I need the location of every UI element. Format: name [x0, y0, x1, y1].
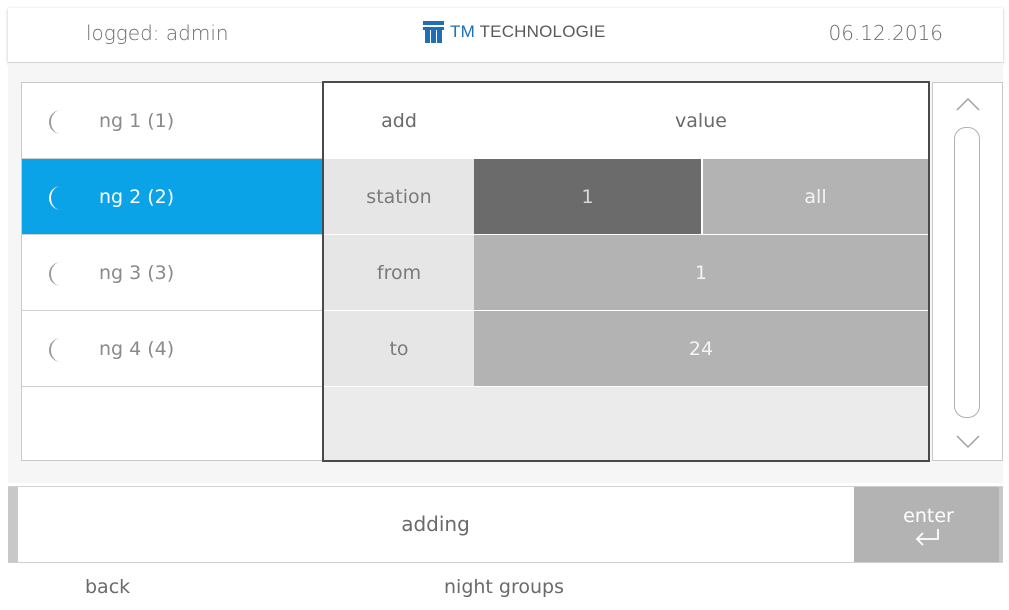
top-bar: logged: admin TM TECHNOLOGIE 06.12.2016 — [8, 8, 1003, 63]
scrollbar — [932, 82, 1003, 461]
enter-label: enter — [903, 505, 954, 527]
header-value: value — [675, 110, 727, 132]
moon-icon — [49, 110, 61, 134]
chevron-up-icon[interactable] — [956, 97, 980, 111]
row-to: to 24 — [324, 311, 928, 387]
station-option-1[interactable]: 1 — [474, 159, 701, 235]
current-date: 06.12.2016 — [828, 21, 943, 45]
list-item-ng-4[interactable]: ng 4 (4) — [22, 311, 322, 387]
chevron-down-icon[interactable] — [956, 435, 980, 449]
settings-table: add value station 1 all from 1 to 24 — [322, 81, 930, 462]
back-button[interactable]: back — [85, 576, 130, 598]
night-group-list: ng 1 (1) ng 2 (2) ng 3 (3) ng 4 (4) — [21, 82, 323, 461]
action-bar: adding enter — [8, 486, 1003, 563]
list-item-ng-3[interactable]: ng 3 (3) — [22, 235, 322, 311]
row-label-from: from — [324, 235, 474, 311]
main-panel: ng 1 (1) ng 2 (2) ng 3 (3) ng 4 (4) add … — [8, 63, 1003, 483]
row-label-station: station — [324, 159, 474, 235]
list-item-label: ng 3 (3) — [99, 262, 175, 284]
list-item-ng-2[interactable]: ng 2 (2) — [22, 159, 322, 235]
list-item-label: ng 2 (2) — [99, 186, 175, 208]
brand-word: TECHNOLOGIE — [479, 22, 606, 41]
brand-tm: TM — [450, 22, 475, 41]
left-strip — [8, 487, 18, 562]
row-station: station 1 all — [324, 159, 928, 235]
moon-icon — [49, 262, 61, 286]
bottom-bar: back night groups — [8, 566, 1003, 610]
row-from: from 1 — [324, 235, 928, 311]
brand-logo: TM TECHNOLOGIE — [423, 21, 606, 43]
right-strip — [999, 487, 1003, 562]
logged-user: logged: admin — [86, 21, 229, 45]
list-item-ng-1[interactable]: ng 1 (1) — [22, 83, 322, 159]
to-value[interactable]: 24 — [474, 311, 928, 387]
from-value[interactable]: 1 — [474, 235, 928, 311]
list-item-label: ng 1 (1) — [99, 110, 175, 132]
enter-button[interactable]: enter — [854, 487, 1003, 562]
moon-icon — [49, 186, 61, 210]
brand-name: TM TECHNOLOGIE — [450, 22, 606, 42]
table-header: add value — [324, 83, 928, 159]
screen-title: night groups — [444, 576, 564, 598]
row-label-to: to — [324, 311, 474, 387]
list-item-label: ng 4 (4) — [99, 338, 175, 360]
return-arrow-icon — [915, 529, 939, 546]
moon-icon — [49, 338, 61, 362]
tm-logo-icon — [423, 21, 444, 43]
mode-label: adding — [401, 512, 470, 536]
station-option-all[interactable]: all — [701, 159, 928, 235]
scroll-track[interactable] — [954, 127, 980, 418]
header-add: add — [381, 110, 417, 132]
